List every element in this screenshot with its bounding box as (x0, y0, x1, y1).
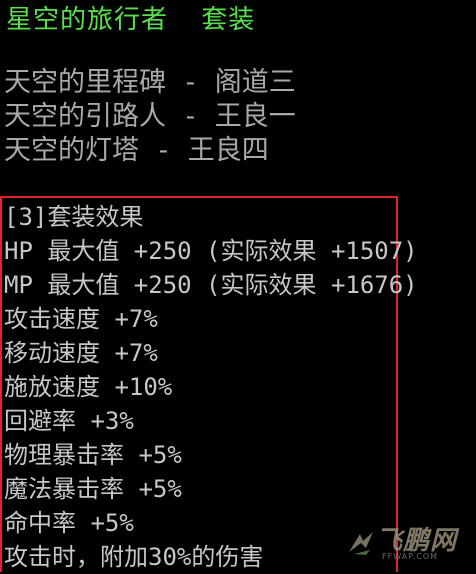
set-item: 天空的里程碑 - 阁道三 (4, 67, 296, 98)
bird-logo-icon (349, 532, 373, 555)
effect-move-speed: 移动速度 +7% (4, 339, 158, 367)
effect-physical-crit: 物理暴击率 +5% (4, 441, 182, 469)
set-title: 星空的旅行者 套装 (6, 5, 256, 35)
effect-hp-max: HP 最大值 +250 (实际效果 +1507) (4, 237, 418, 265)
set-item: 天空的引路人 - 王良一 (4, 101, 296, 132)
item-tooltip: 星空的旅行者 套装 天空的里程碑 - 阁道三 天空的引路人 - 王良一 天空的灯… (0, 0, 476, 572)
set-item-list: 天空的里程碑 - 阁道三 天空的引路人 - 王良一 天空的灯塔 - 王良四 (4, 66, 296, 168)
set-item: 天空的灯塔 - 王良四 (4, 135, 269, 166)
effect-magic-crit: 魔法暴击率 +5% (4, 475, 182, 503)
effect-evasion: 回避率 +3% (4, 407, 134, 435)
watermark-url: FFWAP.COM (382, 552, 439, 561)
effect-mp-max: MP 最大值 +250 (实际效果 +1676) (4, 271, 418, 299)
set-effect-header: [3]套装效果 (4, 203, 144, 231)
effect-attack-speed: 攻击速度 +7% (4, 305, 158, 333)
effect-cast-speed: 施放速度 +10% (4, 373, 173, 401)
set-effect-list: [3]套装效果 HP 最大值 +250 (实际效果 +1507) MP 最大值 … (4, 200, 418, 574)
site-watermark: 飞鹏网 FFWAP.COM (346, 520, 470, 568)
